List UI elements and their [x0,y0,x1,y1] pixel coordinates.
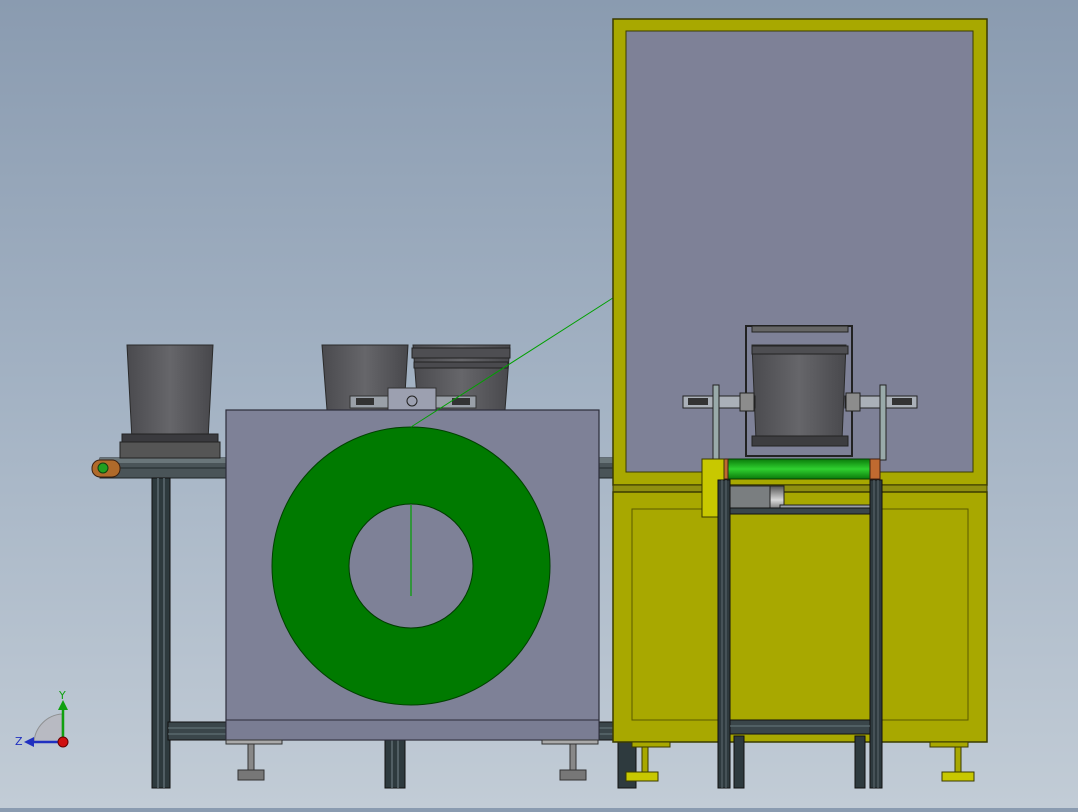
coordinate-triad-icon: Y Z [15,689,69,748]
foot-2 [559,769,587,781]
cad-viewport[interactable]: Y Z [0,0,1078,808]
cabinet-lower-door [631,508,969,721]
station-leg-left [717,479,731,789]
assembly-drawing: Y Z [15,18,988,789]
left-pulley-hub [97,462,109,474]
right-bucket[interactable] [751,344,849,447]
station-cross-rail [729,719,871,735]
z-axis-label: Z [15,735,23,748]
y-axis-label: Y [58,689,66,702]
left-leg-2 [384,739,406,789]
foot-1 [237,769,265,781]
green-roller[interactable] [717,458,881,480]
cabinet-foot-left [625,771,659,782]
cabinet-foot-right [941,771,975,782]
left-leg-1 [151,477,171,789]
center-machine[interactable] [225,295,617,745]
left-bucket[interactable] [119,344,221,459]
station-leg-right [869,479,883,789]
